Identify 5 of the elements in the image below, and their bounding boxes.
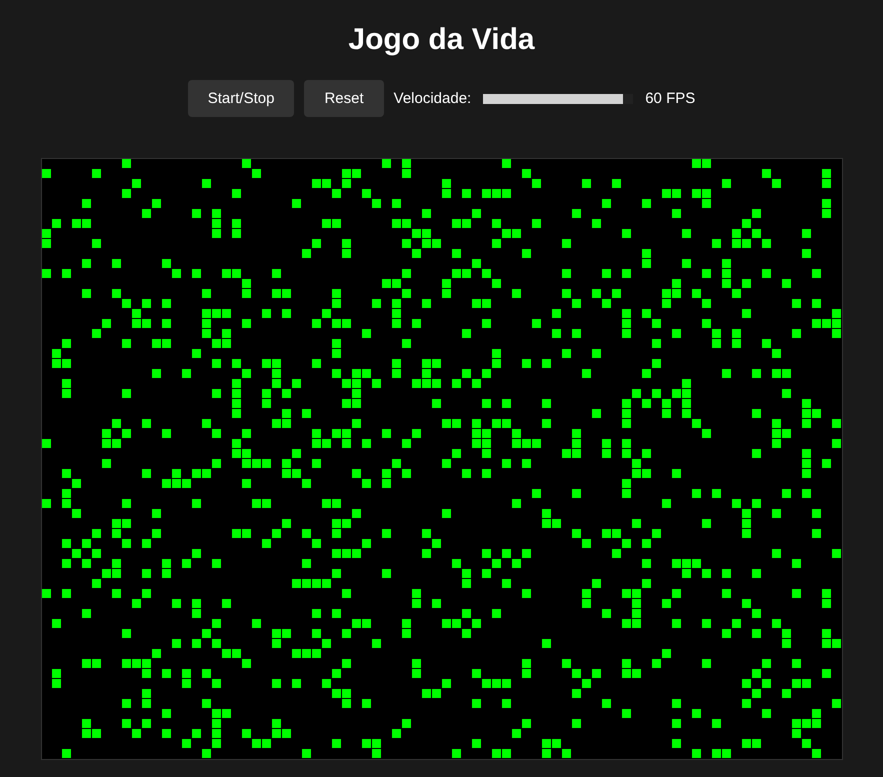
page-title: Jogo da Vida xyxy=(348,22,535,58)
speed-label: Velocidade: xyxy=(394,90,472,107)
fps-reading: 60 FPS xyxy=(645,90,696,107)
start-stop-button[interactable]: Start/Stop xyxy=(188,80,294,117)
reset-button[interactable]: Reset xyxy=(304,80,384,117)
